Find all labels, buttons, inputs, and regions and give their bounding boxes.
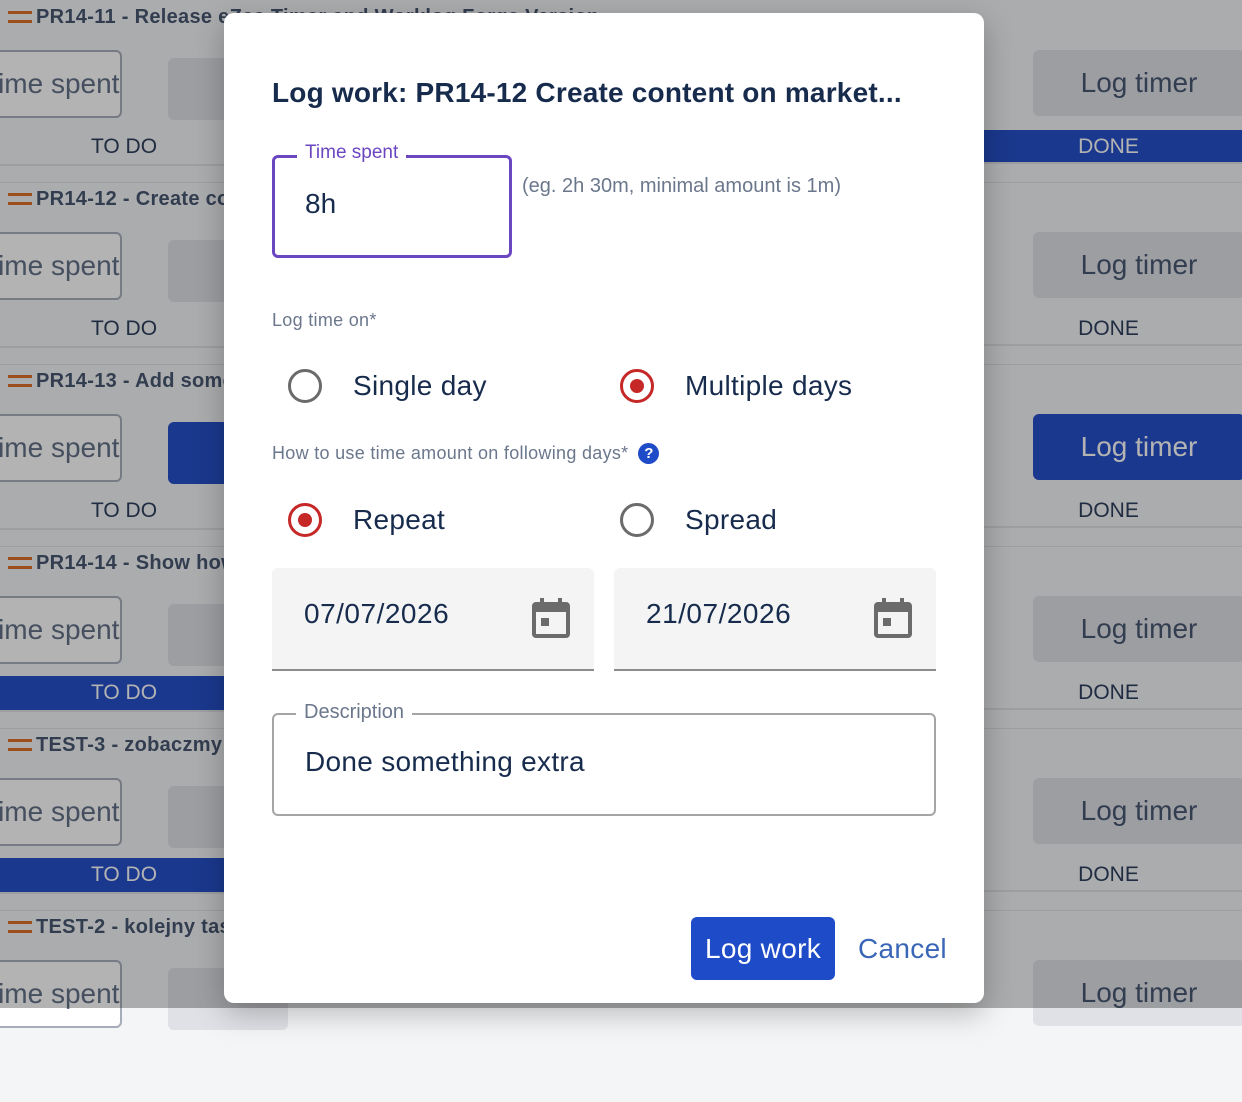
cancel-button[interactable]: Cancel bbox=[858, 917, 947, 980]
start-date-value[interactable]: 07/07/2026 bbox=[304, 598, 449, 630]
radio-multiple-days[interactable]: Multiple days bbox=[620, 369, 852, 403]
calendar-icon[interactable] bbox=[532, 598, 570, 638]
following-days-label: How to use time amount on following days… bbox=[272, 442, 660, 465]
calendar-icon[interactable] bbox=[874, 598, 912, 638]
radio-label[interactable]: Single day bbox=[353, 370, 487, 402]
radio-label[interactable]: Repeat bbox=[353, 504, 445, 536]
radio-checked-icon[interactable] bbox=[620, 369, 654, 403]
time-spent-field[interactable]: Time spent 8h bbox=[272, 144, 512, 258]
end-date-value[interactable]: 21/07/2026 bbox=[646, 598, 791, 630]
time-spent-hint: (eg. 2h 30m, minimal amount is 1m) bbox=[522, 175, 842, 197]
description-field[interactable]: Description Done something extra bbox=[272, 701, 936, 816]
radio-spread[interactable]: Spread bbox=[620, 503, 777, 537]
following-days-label-text: How to use time amount on following days… bbox=[272, 443, 629, 463]
time-spent-value[interactable]: 8h bbox=[305, 188, 336, 220]
log-work-dialog: Log work: PR14-12 Create content on mark… bbox=[224, 13, 984, 1003]
radio-unchecked-icon[interactable] bbox=[620, 503, 654, 537]
log-time-on-label: Log time on* bbox=[272, 310, 377, 330]
radio-single-day[interactable]: Single day bbox=[288, 369, 487, 403]
time-spent-label: Time spent bbox=[297, 144, 407, 164]
radio-checked-icon[interactable] bbox=[288, 503, 322, 537]
radio-repeat[interactable]: Repeat bbox=[288, 503, 445, 537]
help-icon[interactable]: ? bbox=[638, 442, 660, 464]
description-value[interactable]: Done something extra bbox=[305, 746, 585, 778]
radio-label[interactable]: Multiple days bbox=[685, 370, 852, 402]
dialog-title: Log work: PR14-12 Create content on mark… bbox=[272, 77, 902, 108]
radio-label[interactable]: Spread bbox=[685, 504, 777, 536]
log-work-submit-button[interactable]: Log work bbox=[691, 917, 835, 980]
description-label: Description bbox=[296, 701, 413, 724]
start-date-field[interactable]: 07/07/2026 bbox=[272, 568, 594, 671]
radio-unchecked-icon[interactable] bbox=[288, 369, 322, 403]
end-date-field[interactable]: 21/07/2026 bbox=[614, 568, 936, 671]
